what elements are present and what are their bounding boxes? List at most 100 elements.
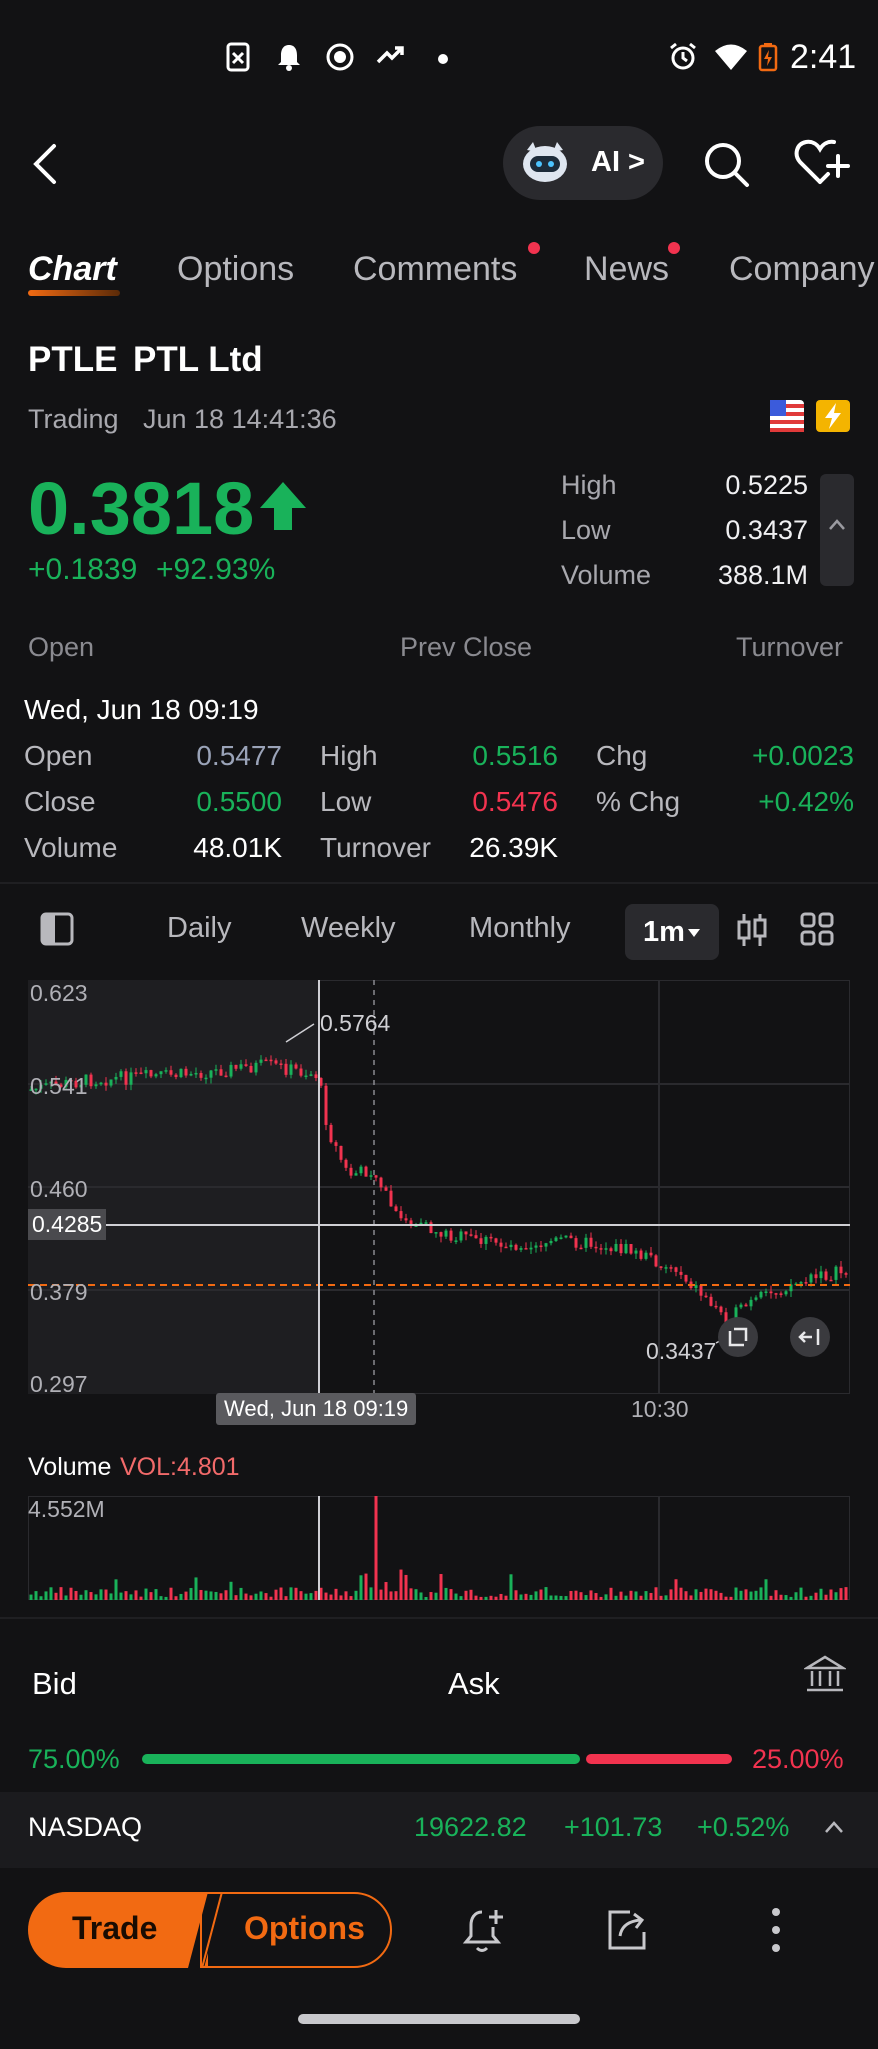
volume-bar xyxy=(364,1573,368,1600)
options-label: Options xyxy=(244,1910,365,1946)
price-chart[interactable] xyxy=(28,980,850,1394)
volume-bar xyxy=(259,1591,263,1600)
volume-bar xyxy=(554,1595,558,1600)
volume-bar xyxy=(714,1590,718,1600)
price-alert-icon[interactable] xyxy=(462,1906,508,1956)
period-weekly[interactable]: Weekly xyxy=(301,912,396,945)
volume-bar xyxy=(419,1592,423,1600)
tab-chart[interactable]: Chart xyxy=(28,250,117,289)
collapse-quote-button[interactable] xyxy=(820,474,854,586)
volume-bar xyxy=(139,1596,143,1600)
candle-body xyxy=(569,1235,573,1239)
volume-bar xyxy=(174,1596,178,1600)
candle-body xyxy=(644,1252,648,1259)
volume-bar xyxy=(254,1593,258,1600)
volume-bar xyxy=(334,1588,338,1600)
options-button[interactable]: Options xyxy=(200,1892,392,1968)
volume-bar xyxy=(74,1590,78,1600)
tab-options[interactable]: Options xyxy=(177,250,294,289)
candle-body xyxy=(304,1075,308,1078)
volume-chart[interactable] xyxy=(28,1496,850,1600)
period-monthly[interactable]: Monthly xyxy=(469,912,571,945)
candle-body xyxy=(544,1243,548,1247)
candle-body xyxy=(499,1242,503,1247)
ohlc-chg-value: +0.0023 xyxy=(752,740,854,771)
ask-label: Ask xyxy=(448,1666,500,1701)
candle-body xyxy=(559,1237,563,1239)
ohlc-low-label: Low xyxy=(320,786,372,817)
volume-bar xyxy=(309,1593,313,1600)
sidebar-toggle-icon[interactable] xyxy=(40,912,74,946)
candle-body xyxy=(249,1065,253,1073)
candle-body xyxy=(134,1072,138,1074)
share-icon[interactable] xyxy=(606,1908,648,1952)
turnover-label: Turnover xyxy=(736,632,844,662)
volume-bar xyxy=(654,1587,658,1600)
file-x-icon xyxy=(226,42,250,72)
volume-bar xyxy=(789,1596,793,1600)
candle-body xyxy=(329,1124,333,1143)
candle-body xyxy=(814,1274,818,1279)
volume-bar xyxy=(384,1582,388,1600)
bid-label: Bid xyxy=(32,1666,77,1701)
volume-bar xyxy=(204,1590,208,1600)
fit-screen-icon[interactable] xyxy=(718,1317,758,1357)
candle-body xyxy=(759,1291,763,1298)
prev-close-label: Prev Close xyxy=(400,632,533,662)
tab-news[interactable]: News xyxy=(584,250,669,289)
volume-bar xyxy=(709,1589,713,1600)
tab-underline xyxy=(28,290,120,296)
candle-body xyxy=(434,1232,438,1234)
tab-company[interactable]: Company xyxy=(729,250,878,289)
back-icon[interactable] xyxy=(30,142,60,186)
volume-bar xyxy=(434,1592,438,1600)
candle-body xyxy=(404,1218,408,1221)
index-ticker-strip[interactable]: NASDAQ 19622.82 +101.73 +0.52% xyxy=(0,1792,878,1868)
bell-icon xyxy=(278,45,300,71)
volume-bar xyxy=(494,1596,498,1600)
period-daily[interactable]: Daily xyxy=(167,912,231,945)
grid-layout-icon[interactable] xyxy=(800,912,834,946)
tab-comments[interactable]: Comments xyxy=(353,250,517,289)
candle-body xyxy=(804,1282,808,1284)
y-tick-0: 0.623 xyxy=(30,980,88,1006)
candle-body xyxy=(234,1064,238,1069)
add-watchlist-icon[interactable] xyxy=(794,138,850,188)
interval-selector[interactable]: 1m xyxy=(625,904,719,960)
volume-bar xyxy=(329,1594,333,1600)
bank-icon[interactable] xyxy=(804,1654,846,1694)
candle-body xyxy=(639,1250,643,1259)
ohlc-high-value: 0.5516 xyxy=(472,740,558,771)
volume-bar xyxy=(64,1595,68,1600)
candle-body xyxy=(749,1299,753,1307)
volume-bar xyxy=(719,1592,723,1600)
volume-bar xyxy=(49,1587,53,1600)
candle-body xyxy=(269,1059,273,1062)
crosshair-time-label: Wed, Jun 18 09:19 xyxy=(216,1393,417,1425)
chevron-up-icon[interactable] xyxy=(824,1820,844,1834)
candle-body xyxy=(739,1304,743,1308)
candle-body xyxy=(664,1267,668,1269)
candlestick-icon[interactable] xyxy=(736,912,768,948)
candle-body xyxy=(129,1072,133,1085)
candle-body xyxy=(524,1248,528,1250)
lightning-icon[interactable] xyxy=(816,400,850,432)
search-icon[interactable] xyxy=(702,140,750,188)
volume-bar xyxy=(754,1590,758,1600)
candle-body xyxy=(294,1064,298,1069)
volume-bar xyxy=(89,1592,93,1600)
candle-body xyxy=(589,1237,593,1247)
volume-bar xyxy=(669,1589,673,1600)
trade-button[interactable]: Trade xyxy=(28,1892,208,1968)
volume-bar xyxy=(639,1595,643,1600)
ohlc-pct-chg-value: +0.42% xyxy=(758,786,854,817)
volume-bar xyxy=(299,1591,303,1600)
jump-latest-icon[interactable] xyxy=(790,1317,830,1357)
ai-assistant-button[interactable]: AI > xyxy=(503,126,663,200)
volume-bar xyxy=(229,1581,233,1600)
volume-bar xyxy=(749,1591,753,1600)
more-options-icon[interactable] xyxy=(768,1906,784,1954)
volume-bar xyxy=(54,1592,58,1600)
candle-body xyxy=(779,1293,783,1295)
volume-bar xyxy=(469,1589,473,1600)
